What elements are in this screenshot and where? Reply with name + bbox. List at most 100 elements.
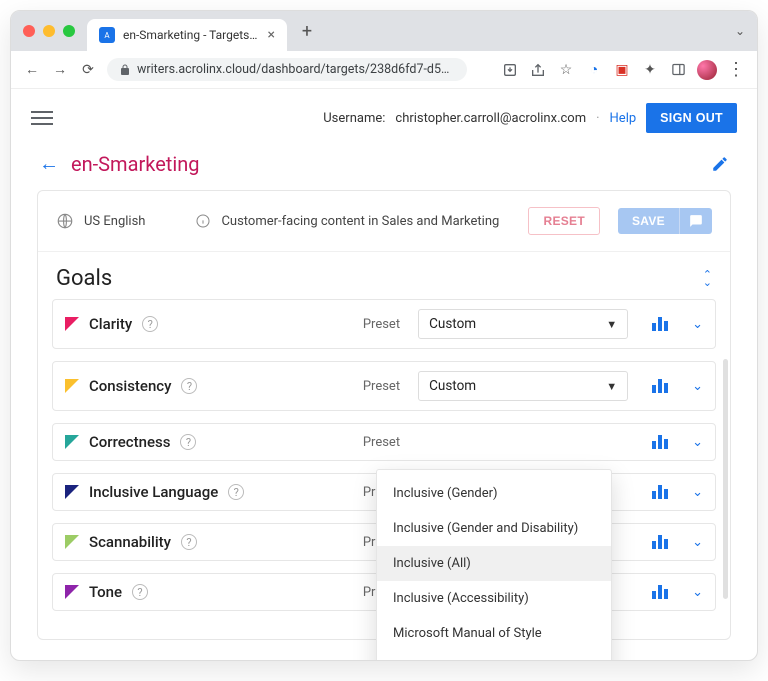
help-icon[interactable]: ?: [181, 378, 197, 394]
expand-icon[interactable]: ⌄: [692, 485, 703, 500]
goal-row-consistency: Consistency ? Preset Custom ▼ ⌄: [52, 361, 716, 411]
username-label: Username:: [323, 111, 385, 126]
panel-icon[interactable]: [669, 61, 687, 79]
close-window-icon[interactable]: [23, 25, 35, 37]
description-text: Customer-facing content in Sales and Mar…: [221, 214, 518, 229]
help-link[interactable]: Help: [610, 111, 637, 126]
dropdown-item[interactable]: Inclusive (All): [377, 546, 611, 581]
chart-icon[interactable]: [652, 585, 668, 599]
sort-toggle-icon[interactable]: ⌃⌄: [703, 271, 712, 287]
tabs-dropdown-icon[interactable]: ⌄: [735, 24, 745, 38]
goal-name: Consistency: [89, 377, 171, 395]
help-icon[interactable]: ?: [228, 484, 244, 500]
globe-icon: [56, 212, 74, 230]
profile-avatar[interactable]: [697, 60, 717, 80]
back-arrow-icon[interactable]: ←: [39, 151, 59, 176]
help-icon[interactable]: ?: [132, 584, 148, 600]
chart-icon[interactable]: [652, 379, 668, 393]
goal-color-icon: [65, 535, 79, 549]
preset-select[interactable]: Custom ▼: [418, 371, 628, 401]
svg-text:A: A: [104, 31, 110, 40]
new-tab-button[interactable]: +: [293, 17, 321, 45]
expand-icon[interactable]: ⌄: [692, 317, 703, 332]
preset-value: Custom: [429, 378, 476, 394]
favicon-icon: A: [99, 27, 115, 43]
dropdown-item[interactable]: Inclusive (Gender): [377, 476, 611, 511]
page-title-row: ← en-Smarketing: [11, 147, 757, 190]
lock-icon: [119, 64, 131, 76]
expand-icon[interactable]: ⌄: [692, 379, 703, 394]
save-aux-button[interactable]: [679, 208, 712, 234]
chart-icon[interactable]: [652, 435, 668, 449]
extension-icon[interactable]: ▣: [613, 61, 631, 79]
reset-button[interactable]: RESET: [528, 207, 600, 235]
preset-label: Preset: [363, 435, 400, 450]
extensions-icon[interactable]: ✦: [641, 61, 659, 79]
browser-tab[interactable]: A en-Smarketing - Targets - Acr… ×: [87, 19, 287, 51]
preset-label: Preset: [363, 379, 400, 394]
chevron-down-icon: ▼: [606, 380, 617, 393]
dropdown-item[interactable]: Custom: [377, 651, 611, 661]
goal-color-icon: [65, 435, 79, 449]
help-icon[interactable]: ?: [180, 434, 196, 450]
chevron-down-icon: ▼: [606, 318, 617, 331]
url-text: writers.acrolinx.cloud/dashboard/targets…: [137, 62, 455, 77]
expand-icon[interactable]: ⌄: [692, 535, 703, 550]
kebab-menu-icon[interactable]: ⋮: [727, 59, 745, 80]
install-icon[interactable]: [501, 61, 519, 79]
goal-name: Clarity: [89, 315, 132, 333]
minimize-window-icon[interactable]: [43, 25, 55, 37]
separator: ·: [596, 111, 599, 126]
goals-header: Goals ⌃⌄: [38, 252, 730, 299]
meta-row: US English Customer-facing content in Sa…: [38, 191, 730, 252]
menu-icon[interactable]: [31, 111, 53, 125]
address-bar: ← → ⟳ writers.acrolinx.cloud/dashboard/t…: [11, 51, 757, 89]
close-tab-icon[interactable]: ×: [268, 27, 275, 43]
page-title: en-Smarketing: [71, 152, 199, 176]
url-field[interactable]: writers.acrolinx.cloud/dashboard/targets…: [107, 58, 467, 81]
dropdown-item[interactable]: Inclusive (Accessibility): [377, 581, 611, 616]
chart-icon[interactable]: [652, 317, 668, 331]
goal-row-correctness: Correctness ? Preset ⌄: [52, 423, 716, 461]
chart-icon[interactable]: [652, 485, 668, 499]
username-value: christopher.carroll@acrolinx.com: [395, 111, 586, 126]
maximize-window-icon[interactable]: [63, 25, 75, 37]
help-icon[interactable]: ?: [181, 534, 197, 550]
preset-select[interactable]: Custom ▼: [418, 309, 628, 339]
goals-title: Goals: [56, 266, 112, 291]
scrollbar[interactable]: [723, 359, 728, 599]
dropdown-item[interactable]: Microsoft Manual of Style: [377, 616, 611, 651]
info-icon[interactable]: [195, 213, 211, 229]
app-header: Username: christopher.carroll@acrolinx.c…: [11, 89, 757, 147]
reload-icon[interactable]: ⟳: [79, 62, 97, 78]
content-card: US English Customer-facing content in Sa…: [37, 190, 731, 640]
goal-name: Correctness: [89, 433, 170, 451]
tab-title: en-Smarketing - Targets - Acr…: [123, 28, 260, 42]
preset-label: Preset: [363, 317, 400, 332]
save-button[interactable]: SAVE: [618, 208, 679, 234]
forward-icon[interactable]: →: [51, 61, 69, 78]
window-controls: [23, 25, 75, 37]
extension-icon[interactable]: ◔: [585, 61, 603, 79]
goal-name: Scannability: [89, 533, 171, 551]
goal-color-icon: [65, 585, 79, 599]
bookmark-icon[interactable]: ☆: [557, 61, 575, 79]
chart-icon[interactable]: [652, 535, 668, 549]
browser-titlebar: A en-Smarketing - Targets - Acr… × + ⌄: [11, 11, 757, 51]
expand-icon[interactable]: ⌄: [692, 435, 703, 450]
goal-color-icon: [65, 379, 79, 393]
preset-dropdown: Inclusive (Gender) Inclusive (Gender and…: [376, 469, 612, 661]
preset-value: Custom: [429, 316, 476, 332]
dropdown-item[interactable]: Inclusive (Gender and Disability): [377, 511, 611, 546]
share-icon[interactable]: [529, 61, 547, 79]
help-icon[interactable]: ?: [142, 316, 158, 332]
goal-color-icon: [65, 317, 79, 331]
back-icon[interactable]: ←: [23, 61, 41, 78]
edit-icon[interactable]: [711, 155, 729, 173]
language-text: US English: [84, 214, 145, 229]
goals-list: Clarity ? Preset Custom ▼ ⌄ Consistency …: [38, 299, 730, 639]
sign-out-button[interactable]: SIGN OUT: [646, 103, 737, 133]
expand-icon[interactable]: ⌄: [692, 585, 703, 600]
goal-name: Inclusive Language: [89, 483, 218, 501]
goal-name: Tone: [89, 583, 122, 601]
